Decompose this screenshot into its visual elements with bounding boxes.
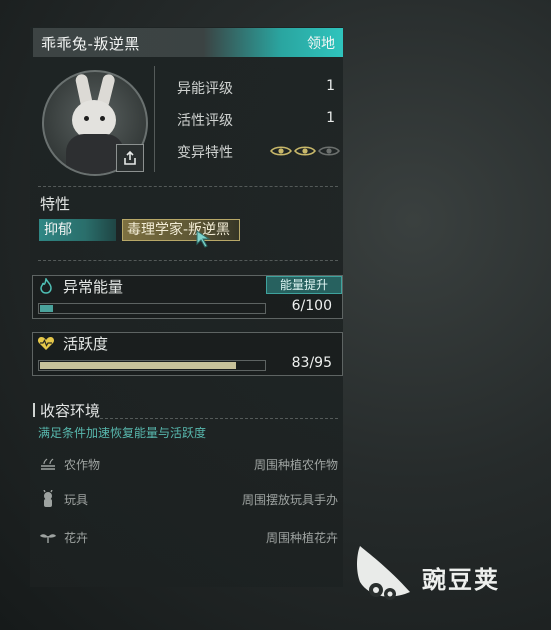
- environment-name: 花卉: [64, 531, 89, 545]
- territory-badge[interactable]: 领地: [307, 33, 335, 53]
- environment-requirement: 周围种植农作物: [253, 458, 338, 472]
- energy-boost-button[interactable]: 能量提升: [266, 276, 342, 294]
- energy-bar-fill: [40, 305, 53, 312]
- section-marker: [33, 403, 35, 417]
- activity-panel: 活跃度 83/95: [32, 332, 343, 376]
- ability-rating-value: 1: [326, 78, 335, 94]
- activity-bar: [38, 360, 266, 371]
- mutation-eyes: [270, 145, 340, 157]
- share-button[interactable]: [116, 144, 144, 172]
- flower-icon: [38, 528, 58, 546]
- environment-description: 满足条件加速恢复能量与活跃度: [38, 426, 207, 440]
- environment-heading: 收容环境: [40, 402, 101, 420]
- activity-value: 83/95: [291, 355, 332, 371]
- activity-rating-value: 1: [326, 110, 335, 126]
- cursor-icon: [196, 230, 211, 248]
- activity-title: 活跃度: [63, 335, 109, 353]
- environment-name: 玩具: [64, 493, 89, 507]
- trait-chip-toxicologist[interactable]: 毒理学家-叛逆黑: [122, 219, 240, 241]
- flame-icon: [37, 277, 55, 294]
- environment-row-crops: 农作物 周围种植农作物: [38, 455, 338, 475]
- share-icon: [124, 150, 136, 165]
- ability-rating-label: 异能评级: [177, 81, 233, 97]
- divider: [38, 186, 338, 187]
- environment-requirement: 周围摆放玩具手办: [241, 493, 338, 507]
- mutation-trait-label: 变异特性: [177, 145, 233, 161]
- toy-icon: [38, 490, 58, 508]
- energy-panel: 异常能量 能量提升 6/100: [32, 275, 343, 319]
- energy-bar: [38, 303, 266, 314]
- divider: [154, 66, 155, 172]
- environment-row-flowers: 花卉 周围种植花卉: [38, 528, 338, 548]
- energy-title: 异常能量: [63, 278, 124, 296]
- environment-row-toys: 玩具 周围摆放玩具手办: [38, 490, 338, 510]
- bunny-eye: [84, 116, 89, 121]
- bunny-eye: [100, 116, 105, 121]
- trait-chip-depressed[interactable]: 抑郁: [39, 219, 116, 241]
- energy-value: 6/100: [291, 298, 332, 314]
- environment-requirement: 周围种植花卉: [265, 531, 338, 545]
- eye-icon: [318, 146, 340, 156]
- eye-icon: [294, 146, 316, 156]
- eye-icon: [270, 146, 292, 156]
- traits-heading: 特性: [40, 195, 71, 213]
- heart-pulse-icon: [37, 334, 55, 351]
- watermark: 豌豆荚: [352, 540, 542, 610]
- creature-header: 乖乖兔-叛逆黑 领地: [33, 28, 343, 57]
- activity-bar-fill: [40, 362, 236, 369]
- creature-name: 乖乖兔-叛逆黑: [41, 35, 140, 53]
- activity-rating-label: 活性评级: [177, 113, 233, 129]
- environment-name: 农作物: [64, 458, 101, 472]
- crop-icon: [38, 455, 58, 473]
- watermark-text: 豌豆荚: [422, 566, 500, 594]
- divider: [38, 260, 338, 261]
- divider: [100, 418, 338, 419]
- pea-logo-icon: [357, 546, 410, 600]
